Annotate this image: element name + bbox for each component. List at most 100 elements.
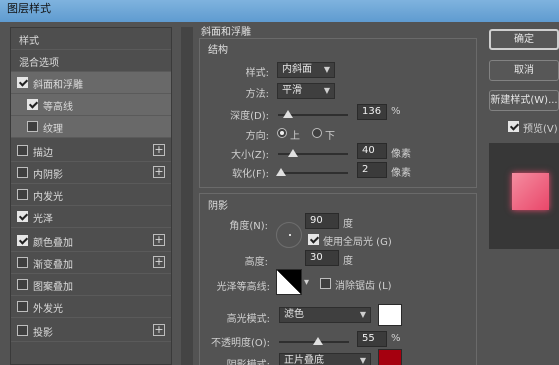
sidebar-item-label: 混合选项 [19,58,59,69]
highlight-mode-select[interactable]: 滤色 ▼ [279,307,371,323]
color-overlay-add-icon[interactable]: + [153,234,165,246]
shadow-color-swatch[interactable] [378,349,402,365]
preview-checkbox[interactable] [508,121,519,132]
preview-swatch [512,173,549,210]
sidebar-item-stroke[interactable]: 描边 + [11,140,171,162]
gloss-contour-preview[interactable] [276,269,302,295]
sidebar-item-label: 颜色叠加 [33,238,73,249]
direction-up-radio[interactable] [277,128,287,138]
inner-glow-checkbox[interactable] [17,189,28,200]
depth-slider[interactable] [278,110,348,118]
sidebar-item-color-overlay[interactable]: 颜色叠加 + [11,230,171,252]
color-overlay-checkbox[interactable] [17,235,28,246]
ok-button[interactable]: 确定 [489,29,559,50]
sidebar-item-satin[interactable]: 光泽 [11,206,171,228]
global-light-label: 使用全局光 (G) [323,237,392,248]
sidebar-item-label: 投影 [33,328,53,339]
sidebar-item-texture[interactable]: 纹理 [11,116,171,138]
chevron-down-icon: ▼ [359,310,366,319]
pattern-overlay-checkbox[interactable] [17,279,28,290]
window-title: 图层样式 [7,2,51,15]
sidebar-item-label: 纹理 [43,124,63,135]
outer-glow-checkbox[interactable] [17,301,28,312]
cancel-button[interactable]: 取消 [489,60,559,81]
soften-input[interactable]: 2 [357,162,387,178]
drop-shadow-checkbox[interactable] [17,325,28,336]
sidebar-item-contour[interactable]: 等高线 [11,94,171,116]
sidebar-item-bevel-emboss[interactable]: 斜面和浮雕 [11,72,171,94]
opacity-slider-knob[interactable] [312,337,323,345]
sidebar-item-pattern-overlay[interactable]: 图案叠加 [11,274,171,296]
angle-input[interactable]: 90 [305,213,339,229]
structure-title: 结构 [208,45,228,56]
shading-group: 阴影 角度(N): 90 度 使用全局光 (G) 高度: 30 度 光泽等高线:… [199,193,477,365]
styles-list: 样式 混合选项 斜面和浮雕 等高线 纹理 描边 + 内阴影 + 内发光 光泽 颜… [10,27,172,365]
size-input[interactable]: 40 [357,143,387,159]
gradient-overlay-add-icon[interactable]: + [153,256,165,268]
sidebar-item-label: 内发光 [33,192,63,203]
sidebar-item-label: 外发光 [33,304,63,315]
style-label: 样式: [245,68,269,79]
angle-dial[interactable] [276,222,302,248]
highlight-mode-label: 高光模式: [226,314,270,325]
sidebar-item-inner-glow[interactable]: 内发光 [11,184,171,206]
direction-down-radio[interactable] [312,128,322,138]
depth-input[interactable]: 136 [357,104,387,120]
angle-unit: 度 [343,219,353,230]
drop-shadow-add-icon[interactable]: + [153,324,165,336]
new-style-button[interactable]: 新建样式(W)... [489,90,559,111]
opacity-label: 不透明度(O): [210,338,270,349]
anti-alias-checkbox[interactable] [320,278,331,289]
shadow-mode-select[interactable]: 正片叠底 ▼ [279,353,371,365]
technique-select[interactable]: 平滑 ▼ [277,83,335,99]
sidebar-item-outer-glow[interactable]: 外发光 [11,296,171,318]
altitude-input[interactable]: 30 [305,250,339,266]
shadow-mode-label: 阴影模式: [227,356,270,365]
angle-label: 角度(N): [229,221,268,232]
title-bar: 图层样式 [0,0,559,22]
styles-header-label: 样式 [19,36,39,47]
sidebar-item-label: 渐变叠加 [33,260,73,271]
satin-checkbox[interactable] [17,211,28,222]
stroke-add-icon[interactable]: + [153,144,165,156]
stroke-checkbox[interactable] [17,145,28,156]
depth-unit: % [391,106,401,117]
size-unit: 像素 [391,149,411,160]
highlight-color-swatch[interactable] [378,304,402,326]
sidebar-item-label: 描边 [33,148,53,159]
opacity-slider[interactable] [279,337,349,345]
styles-header: 样式 [11,28,171,50]
gloss-contour-label: 光泽等高线: [216,282,270,293]
sidebar-item-inner-shadow[interactable]: 内阴影 + [11,162,171,184]
chevron-down-icon[interactable]: ▾ [304,277,309,288]
style-select[interactable]: 内斜面 ▼ [277,62,335,78]
texture-checkbox[interactable] [27,121,38,132]
sidebar-item-label: 斜面和浮雕 [33,80,83,91]
soften-slider-knob[interactable] [275,168,286,176]
soften-slider[interactable] [275,168,348,176]
altitude-label: 高度: [244,257,268,268]
sidebar-item-drop-shadow[interactable]: 投影 + [11,320,171,342]
direction-up-label: 上 [290,131,300,142]
sidebar-item-label: 内阴影 [33,170,63,181]
chevron-down-icon: ▼ [323,65,330,74]
sidebar-item-gradient-overlay[interactable]: 渐变叠加 + [11,252,171,274]
contour-checkbox[interactable] [27,99,38,110]
global-light-checkbox[interactable] [308,234,319,245]
gradient-overlay-checkbox[interactable] [17,257,28,268]
direction-label: 方向: [245,131,269,142]
size-slider-knob[interactable] [288,149,299,157]
panel-scrollbar[interactable] [181,27,193,365]
depth-slider-knob[interactable] [282,110,293,118]
settings-panel: 斜面和浮雕 结构 样式: 内斜面 ▼ 方法: 平滑 ▼ 深度(D): 136 %… [199,20,477,365]
shadow-mode-value: 正片叠底 [284,355,324,365]
opacity-input[interactable]: 55 [357,331,387,347]
bevel-emboss-checkbox[interactable] [17,77,28,88]
technique-label: 方法: [245,89,269,100]
sidebar-item-blending-options[interactable]: 混合选项 [11,50,171,72]
inner-shadow-add-icon[interactable]: + [153,166,165,178]
chevron-down-icon: ▼ [323,86,330,95]
highlight-mode-value: 滤色 [284,309,304,320]
inner-shadow-checkbox[interactable] [17,167,28,178]
size-slider[interactable] [278,149,348,157]
